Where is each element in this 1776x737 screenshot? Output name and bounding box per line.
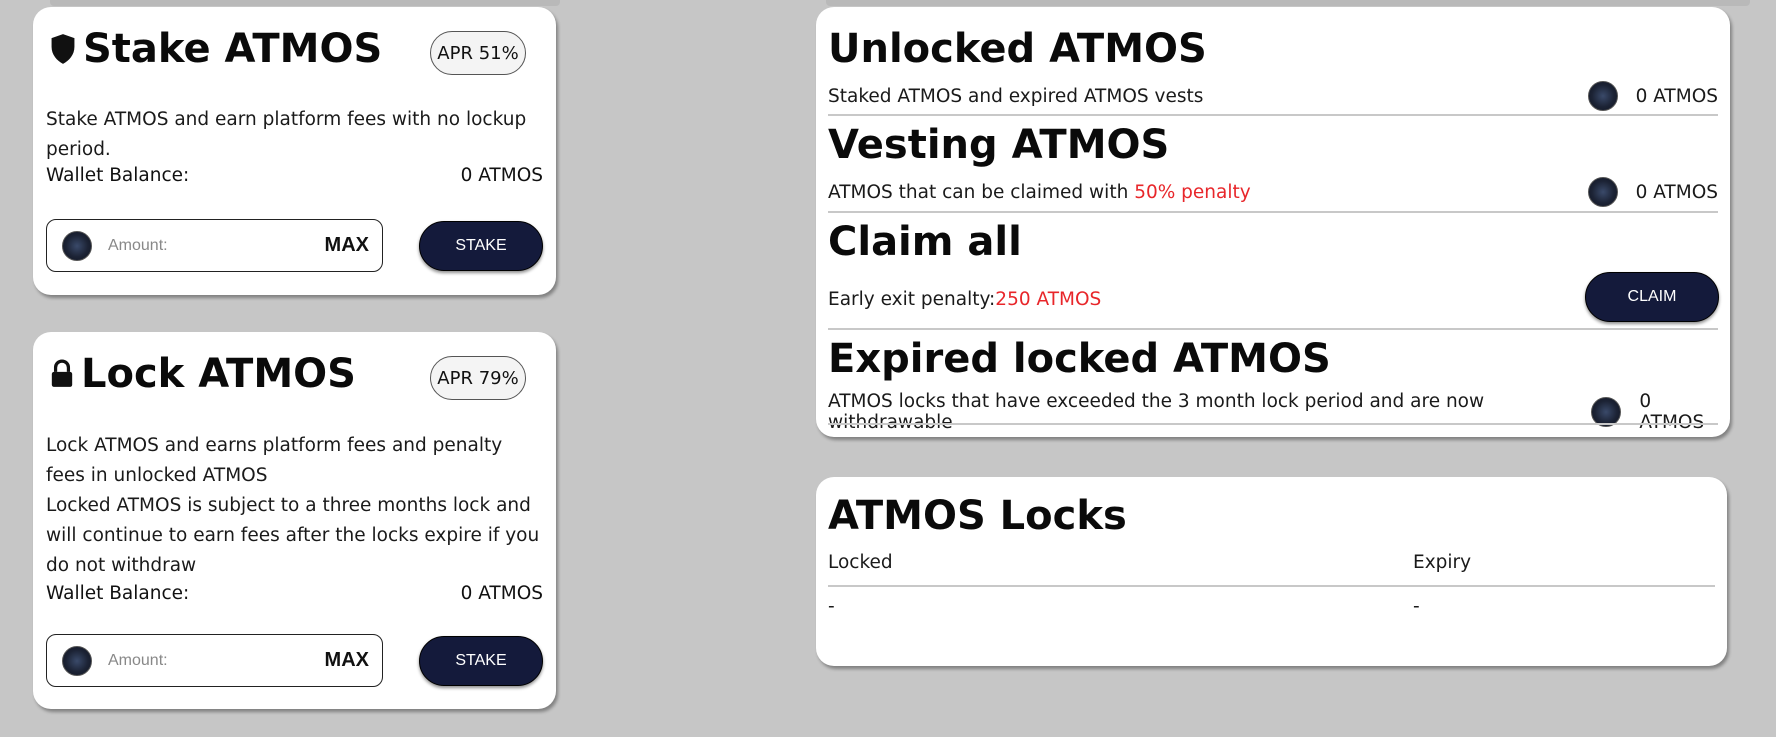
unlocked-description: Staked ATMOS and expired ATMOS vests xyxy=(828,85,1204,107)
expired-row: ATMOS locks that have exceeded the 3 mon… xyxy=(828,391,1718,433)
expired-description: ATMOS locks that have exceeded the 3 mon… xyxy=(828,391,1485,433)
summary-card: Unlocked ATMOS Staked ATMOS and expired … xyxy=(816,7,1730,437)
divider xyxy=(828,328,1718,330)
lock-amount-input[interactable] xyxy=(108,651,325,670)
locks-column-locked: Locked xyxy=(828,552,893,573)
lock-title: Lock ATMOS xyxy=(49,351,356,397)
locks-column-expiry: Expiry xyxy=(1413,552,1472,573)
atmos-token-icon xyxy=(1587,177,1618,207)
stake-amount-input[interactable] xyxy=(108,236,325,255)
penalty-label: Early exit penalty: xyxy=(828,289,996,310)
stake-wallet-label: Wallet Balance: xyxy=(46,165,190,186)
stake-max-button[interactable]: MAX xyxy=(325,234,369,257)
unlocked-row: Staked ATMOS and expired ATMOS vests 0 A… xyxy=(828,81,1718,111)
lock-wallet-value: 0 ATMOS xyxy=(460,583,543,604)
stake-title-text: Stake ATMOS xyxy=(83,26,383,72)
stake-amount-field[interactable]: MAX xyxy=(46,219,383,272)
claim-all-title: Claim all xyxy=(828,219,1022,265)
atmos-token-icon xyxy=(62,645,92,676)
stake-button[interactable]: STAKE xyxy=(419,221,543,271)
divider xyxy=(828,585,1715,587)
lock-icon xyxy=(51,359,73,387)
stake-apr-badge: APR 51% xyxy=(430,31,526,75)
locks-cell-locked: - xyxy=(828,596,835,617)
locks-title: ATMOS Locks xyxy=(828,493,1127,539)
lock-wallet-label: Wallet Balance: xyxy=(46,583,190,604)
stake-title: Stake ATMOS xyxy=(49,26,382,72)
vesting-description: ATMOS that can be claimed with xyxy=(828,181,1135,203)
locks-cell-expiry: - xyxy=(1413,596,1420,617)
atmos-locks-card: ATMOS Locks Locked Expiry - - xyxy=(816,477,1727,666)
table-row: - - xyxy=(828,596,1715,620)
lock-max-button[interactable]: MAX xyxy=(325,649,369,672)
shield-icon xyxy=(51,34,75,64)
divider xyxy=(828,211,1718,213)
penalty-value: 250 ATMOS xyxy=(995,289,1102,310)
lock-description-1: Lock ATMOS and earns platform fees and p… xyxy=(46,435,503,486)
lock-apr-badge: APR 79% xyxy=(430,356,526,400)
vesting-title: Vesting ATMOS xyxy=(828,122,1170,168)
unlocked-value: 0 ATMOS xyxy=(1635,85,1718,107)
lock-stake-button[interactable]: STAKE xyxy=(419,636,543,686)
lock-wallet-balance: Wallet Balance: 0 ATMOS xyxy=(46,583,543,604)
lock-card: Lock ATMOS APR 79% Lock ATMOS and earns … xyxy=(33,332,556,709)
lock-title-text: Lock ATMOS xyxy=(81,351,356,397)
card-edge-top-far-right xyxy=(1320,0,1750,6)
unlocked-title: Unlocked ATMOS xyxy=(828,26,1207,72)
card-edge-top-left xyxy=(50,0,560,6)
claim-button[interactable]: CLAIM xyxy=(1585,272,1719,322)
expired-value: 0 ATMOS xyxy=(1639,391,1705,433)
vesting-row: ATMOS that can be claimed with 50% penal… xyxy=(828,177,1718,207)
stake-card: Stake ATMOS APR 51% Stake ATMOS and earn… xyxy=(33,7,556,295)
divider xyxy=(828,423,1718,425)
locks-header: Locked Expiry xyxy=(828,552,1715,576)
vesting-value: 0 ATMOS xyxy=(1635,181,1718,203)
lock-description-2: Locked ATMOS is subject to a three month… xyxy=(46,495,540,576)
stake-wallet-balance: Wallet Balance: 0 ATMOS xyxy=(46,165,543,186)
expired-title: Expired locked ATMOS xyxy=(828,336,1331,382)
stake-wallet-value: 0 ATMOS xyxy=(460,165,543,186)
atmos-token-icon xyxy=(62,230,92,261)
vesting-penalty-highlight: 50% penalty xyxy=(1134,181,1251,203)
atmos-token-icon xyxy=(1587,81,1618,111)
stake-description: Stake ATMOS and earn platform fees with … xyxy=(46,109,527,160)
divider xyxy=(828,114,1718,116)
lock-amount-field[interactable]: MAX xyxy=(46,634,383,687)
